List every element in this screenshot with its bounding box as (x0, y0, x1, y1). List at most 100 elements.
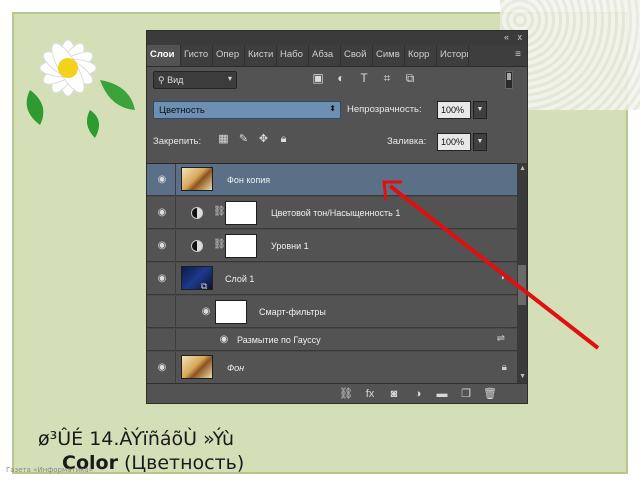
layer-name: Слой 1 (225, 274, 255, 284)
lock-icon: 🔒︎ (501, 362, 507, 373)
opacity-field[interactable]: 100% (437, 101, 471, 119)
link-chain-icon[interactable]: ⛓ (213, 239, 226, 250)
tab-operations[interactable]: Опер (213, 45, 245, 66)
layer-row-hue-saturation[interactable]: ◉ ⛓ Цветовой тон/Насыщенность 1 (147, 197, 517, 229)
layer-row-levels[interactable]: ◉ ⛓ Уровни 1 (147, 230, 517, 262)
smart-object-filter-icon[interactable]: ⧉ (403, 71, 417, 85)
smart-filter-mask-thumbnail (215, 300, 247, 324)
collapse-icon[interactable]: « (504, 32, 509, 42)
smart-filters-label: Смарт-фильтры (259, 307, 326, 317)
row-divider (175, 329, 176, 350)
eye-icon[interactable]: ◉ (155, 363, 169, 373)
scroll-down-icon[interactable]: ▼ (519, 373, 526, 380)
row-divider (175, 296, 176, 327)
tab-history[interactable]: Истори (437, 45, 469, 66)
smart-filter-options-icon[interactable]: ◑ (499, 272, 505, 283)
blend-mode-select[interactable]: Цветность ⬍ (153, 101, 341, 119)
adjustment-layer-icon (191, 240, 203, 252)
fill-dropdown-button[interactable]: ▼ (473, 133, 487, 151)
lock-label: Закрепить: (153, 136, 202, 147)
layer-mask-thumbnail (225, 201, 257, 225)
tab-histogram[interactable]: Гисто (181, 45, 213, 66)
eye-icon[interactable]: ◉ (155, 274, 169, 284)
eye-icon[interactable]: ◉ (155, 208, 169, 218)
adjustment-layer-icon (191, 207, 203, 219)
row-divider (175, 197, 176, 228)
filter-icons: ▣ ◐ T ⌗ ⧉ (311, 71, 417, 85)
link-layers-icon[interactable]: ⛓ (339, 387, 353, 401)
link-chain-icon[interactable]: ⛓ (213, 206, 226, 217)
eye-icon[interactable]: ◉ (217, 335, 231, 345)
panel-menu-icon[interactable]: ≡ (515, 49, 521, 60)
layer-row-background[interactable]: ◉ Фон 🔒︎ (147, 352, 517, 384)
row-divider (175, 164, 176, 195)
row-divider (175, 263, 176, 294)
filter-toggle[interactable] (505, 71, 513, 89)
filter-row-gaussian-blur[interactable]: ◉ Размытие по Гауссу ⇌ (147, 329, 517, 351)
lock-all-icon[interactable]: 🔒︎ (277, 133, 290, 146)
kind-filter-select[interactable]: ⚲ Вид ▾ (153, 71, 237, 89)
eye-icon[interactable]: ◉ (155, 241, 169, 251)
filter-name: Размытие по Гауссу (237, 335, 321, 345)
smart-filters-row[interactable]: ◉ Смарт-фильтры (147, 296, 517, 328)
daisy-flower-icon (26, 39, 135, 138)
bottom-toolbar-icons: ⛓ fx ◙ ◑ ▬ ❐ 🗑︎ (339, 387, 497, 401)
panel-tabs: Слои Гисто Опер Кисти Набо Абза Свой Сим… (147, 45, 527, 67)
layer-name: Фон копия (227, 175, 271, 185)
new-group-icon[interactable]: ▬ (435, 387, 449, 401)
caption-translation: (Цветность) (123, 452, 245, 474)
layer-thumbnail (181, 167, 213, 191)
layer-thumbnail (181, 355, 213, 379)
layer-thumbnail (181, 266, 213, 290)
tab-brush-sets[interactable]: Набо (277, 45, 309, 66)
layers-panel: « x Слои Гисто Опер Кисти Набо Абза Свой… (146, 30, 528, 404)
scroll-thumb[interactable] (518, 265, 526, 305)
layer-style-icon[interactable]: fx (363, 387, 377, 401)
new-layer-icon[interactable]: ❐ (459, 387, 473, 401)
lock-transparent-icon[interactable]: ▦ (217, 133, 230, 146)
watermark: Газета «Информатика» (6, 466, 93, 474)
panel-title-bar: « x (147, 31, 527, 45)
eye-icon[interactable]: ◉ (199, 307, 213, 317)
chevron-updown-icon: ⬍ (329, 104, 336, 113)
layer-row-layer1[interactable]: ◉ ⧉ Слой 1 ◑ (147, 263, 517, 295)
adjustment-filter-icon[interactable]: ◐ (334, 71, 348, 85)
new-adjustment-icon[interactable]: ◑ (411, 387, 425, 401)
fill-field[interactable]: 100% (437, 133, 471, 151)
blend-row: Цветность ⬍ Непрозрачность: 100% ▼ (147, 97, 527, 123)
layer-row-background-copy[interactable]: ◉ Фон копия (147, 164, 517, 196)
add-mask-icon[interactable]: ◙ (387, 387, 401, 401)
tab-paragraph[interactable]: Абза (309, 45, 341, 66)
filter-row: ⚲ Вид ▾ ▣ ◐ T ⌗ ⧉ (147, 67, 527, 93)
eye-icon[interactable]: ◉ (155, 175, 169, 185)
layer-name: Фон (227, 363, 245, 373)
shape-filter-icon[interactable]: ⌗ (380, 71, 394, 85)
opacity-label: Непрозрачность: (347, 104, 422, 115)
fill-label: Заливка: (387, 136, 427, 147)
delete-layer-icon[interactable]: 🗑︎ (483, 387, 497, 401)
tab-brushes[interactable]: Кисти (245, 45, 277, 66)
caption-line-1: ø³ÛÉ 14.ÀÝïñáõÙ »Ýù (38, 428, 235, 450)
scroll-up-icon[interactable]: ▲ (519, 165, 526, 172)
row-divider (175, 230, 176, 261)
layer-name: Цветовой тон/Насыщенность 1 (271, 208, 401, 218)
opacity-dropdown-button[interactable]: ▼ (473, 101, 487, 119)
image-filter-icon[interactable]: ▣ (311, 71, 325, 85)
row-divider (175, 352, 176, 383)
type-filter-icon[interactable]: T (357, 71, 371, 85)
tab-properties[interactable]: Свой (341, 45, 373, 66)
close-icon[interactable]: x (518, 32, 523, 42)
blending-options-icon[interactable]: ⇌ (497, 333, 505, 344)
layers-bottom-toolbar: ⛓ fx ◙ ◑ ▬ ❐ 🗑︎ (147, 383, 527, 403)
lock-row: Закрепить: ▦ ✎ ✥ 🔒︎ Заливка: 100% ▼ (147, 129, 527, 155)
tab-layers[interactable]: Слои (147, 45, 181, 66)
chevron-down-icon: ▾ (227, 74, 232, 83)
lock-icons: ▦ ✎ ✥ 🔒︎ (217, 133, 290, 146)
tab-corrections[interactable]: Корр (405, 45, 437, 66)
search-icon: ⚲ (158, 75, 168, 85)
layer-name: Уровни 1 (271, 241, 309, 251)
lock-brush-icon[interactable]: ✎ (237, 133, 250, 146)
tab-character[interactable]: Симв (373, 45, 405, 66)
lock-position-icon[interactable]: ✥ (257, 133, 270, 146)
smart-object-icon: ⧉ (201, 281, 208, 291)
